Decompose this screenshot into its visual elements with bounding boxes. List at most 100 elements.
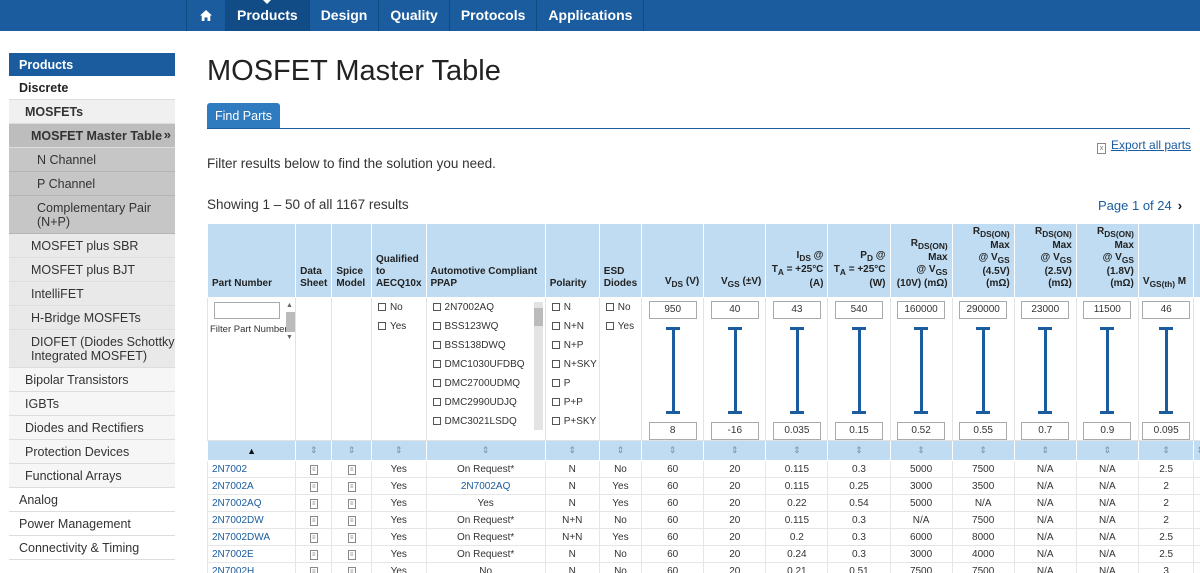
ppap-option[interactable]: BSS138DWQ <box>429 336 543 355</box>
col-vgs[interactable]: VGS (±V) <box>703 223 767 298</box>
range-max-input[interactable]: 290000 <box>959 301 1008 319</box>
range-min-input[interactable]: 0.15 <box>834 422 883 440</box>
sidebar-item-mosfets[interactable]: MOSFETs <box>9 100 175 124</box>
ppap-option[interactable]: 2N7002AQ <box>429 298 543 317</box>
checkbox[interactable] <box>551 379 560 387</box>
sidebar-item-connectivity-timing[interactable]: Connectivity & Timing <box>9 536 175 560</box>
part-number-link[interactable]: 2N7002E <box>207 545 297 563</box>
sort-icon[interactable]: ⇕ <box>544 440 600 461</box>
ppap-scroll-thumb[interactable] <box>533 308 543 326</box>
checkbox[interactable] <box>432 322 441 330</box>
range-min-input[interactable]: 8 <box>648 422 697 440</box>
sidebar-item-diofet-diodes-schottky-integrated-mosfet[interactable]: DIOFET (Diodes Schottky Integrated MOSFE… <box>9 330 175 368</box>
home-icon[interactable] <box>186 0 226 31</box>
range-min-input[interactable]: -16 <box>710 422 759 440</box>
checkbox[interactable] <box>432 303 441 311</box>
range-slider[interactable] <box>851 323 866 419</box>
range-max-input[interactable]: 160000 <box>897 301 946 319</box>
range-slider[interactable] <box>789 323 804 419</box>
checkbox[interactable] <box>605 322 614 330</box>
range-max-input[interactable]: 11500 <box>1083 301 1132 319</box>
sidebar-item-intellifet[interactable]: IntelliFET <box>9 282 175 306</box>
sort-icon[interactable]: ⇕ <box>425 440 546 461</box>
datasheet-icon[interactable]: ≡ <box>295 460 333 478</box>
col-rds-10v[interactable]: RDS(ON) Max @ VGS (10V) (mΩ) <box>889 223 953 298</box>
sort-icon[interactable]: ⇕ <box>703 440 767 461</box>
datasheet-icon[interactable]: ≡ <box>295 545 333 563</box>
sidebar-item-h-bridge-mosfets[interactable]: H-Bridge MOSFETs <box>9 306 175 330</box>
datasheet-icon[interactable]: ≡ <box>295 494 333 512</box>
sidebar-item-complementary-pair-n-p[interactable]: Complementary Pair (N+P) <box>9 196 175 234</box>
tab-find-parts[interactable]: Find Parts <box>207 103 280 129</box>
sort-icon[interactable]: ⇕ <box>951 440 1015 461</box>
range-max-input[interactable]: 950 <box>648 301 697 319</box>
ppap-value[interactable]: 2N7002AQ <box>425 477 546 495</box>
col-spice-model[interactable]: Spice Model <box>331 223 372 298</box>
range-max-input[interactable]: 540 <box>834 301 883 319</box>
nav-design[interactable]: Design <box>310 0 380 31</box>
part-number-link[interactable]: 2N7002H <box>207 562 297 573</box>
checkbox[interactable] <box>432 398 441 406</box>
sidebar-item-p-channel[interactable]: P Channel <box>9 172 175 196</box>
range-slider[interactable] <box>665 323 680 419</box>
range-max-input[interactable]: 23000 <box>1021 301 1070 319</box>
spice-model-icon[interactable]: ≡ <box>331 545 372 563</box>
next-page-icon[interactable]: › <box>1178 198 1182 213</box>
sort-icon[interactable]: ⇕ <box>295 440 333 461</box>
polarity-option[interactable]: N+SKY <box>548 355 597 374</box>
sort-asc-icon[interactable]: ▲ <box>207 440 297 461</box>
ppap-option[interactable]: DMC2700UDMQ <box>429 374 543 393</box>
sidebar-item-n-channel[interactable]: N Channel <box>9 148 175 172</box>
datasheet-icon[interactable]: ≡ <box>295 562 333 573</box>
checkbox[interactable] <box>377 303 386 311</box>
range-min-input[interactable]: 0.55 <box>959 422 1008 440</box>
range-slider[interactable] <box>727 323 742 419</box>
sort-icon[interactable]: ⇕ <box>598 440 643 461</box>
checkbox[interactable] <box>551 417 560 425</box>
aecq-option[interactable]: No <box>374 298 424 317</box>
sidebar-item-power-management[interactable]: Power Management <box>9 512 175 536</box>
part-filter-input[interactable] <box>214 302 280 319</box>
col-vds[interactable]: VDS (V) <box>641 223 705 298</box>
range-slider[interactable] <box>914 323 929 419</box>
ppap-scrollbar[interactable] <box>533 302 543 430</box>
range-slider[interactable] <box>1100 323 1115 419</box>
sidebar-item-products[interactable]: Products <box>9 53 175 76</box>
col-ids[interactable]: IDS @ TA = +25°C (A) <box>765 223 829 298</box>
sidebar-item-mosfet-plus-bjt[interactable]: MOSFET plus BJT <box>9 258 175 282</box>
sort-icon[interactable]: ⇕ <box>1013 440 1077 461</box>
ppap-option[interactable]: DMC1030UFDBQ <box>429 355 543 374</box>
sort-icon[interactable]: ⇕ <box>641 440 705 461</box>
col-aecq[interactable]: Qualified to AECQ10x <box>370 223 427 298</box>
part-number-link[interactable]: 2N7002 <box>207 460 297 478</box>
nav-products[interactable]: Products <box>226 0 310 31</box>
checkbox[interactable] <box>605 303 614 311</box>
scroll-up-icon[interactable]: ▲ <box>286 302 293 309</box>
part-number-link[interactable]: 2N7002AQ <box>207 494 297 512</box>
col-vgs-th[interactable]: VGS(th) M <box>1137 223 1195 298</box>
checkbox[interactable] <box>432 379 441 387</box>
part-number-link[interactable]: 2N7002DW <box>207 511 297 529</box>
checkbox[interactable] <box>551 360 560 368</box>
ppap-option[interactable]: BSS123WQ <box>429 317 543 336</box>
checkbox[interactable] <box>377 322 386 330</box>
sort-icon[interactable]: ⇕ <box>331 440 372 461</box>
col-data-sheet[interactable]: Data Sheet <box>295 223 333 298</box>
nav-applications[interactable]: Applications <box>537 0 645 31</box>
checkbox[interactable] <box>432 417 441 425</box>
part-number-link[interactable]: 2N7002DWA <box>207 528 297 546</box>
range-max-input[interactable]: 46 <box>1142 301 1191 319</box>
datasheet-icon[interactable]: ≡ <box>295 528 333 546</box>
col-rds-1v8[interactable]: RDS(ON) Max @ VGS (1.8V) (mΩ) <box>1075 223 1139 298</box>
ppap-option[interactable]: DMC3021LSDQ <box>429 412 543 431</box>
part-number-link[interactable]: 2N7002A <box>207 477 297 495</box>
spice-model-icon[interactable]: ≡ <box>331 477 372 495</box>
col-esd[interactable]: ESD Diodes <box>598 223 643 298</box>
polarity-option[interactable]: N+P <box>548 336 597 355</box>
range-min-input[interactable]: 0.52 <box>897 422 946 440</box>
sidebar-item-discrete[interactable]: Discrete <box>9 76 175 100</box>
sidebar-item-protection-devices[interactable]: Protection Devices <box>9 440 175 464</box>
sort-icon[interactable]: ⇕ <box>1193 440 1200 461</box>
sidebar-item-mosfet-master-table[interactable]: MOSFET Master Table» <box>9 124 175 148</box>
sidebar-item-analog[interactable]: Analog <box>9 488 175 512</box>
